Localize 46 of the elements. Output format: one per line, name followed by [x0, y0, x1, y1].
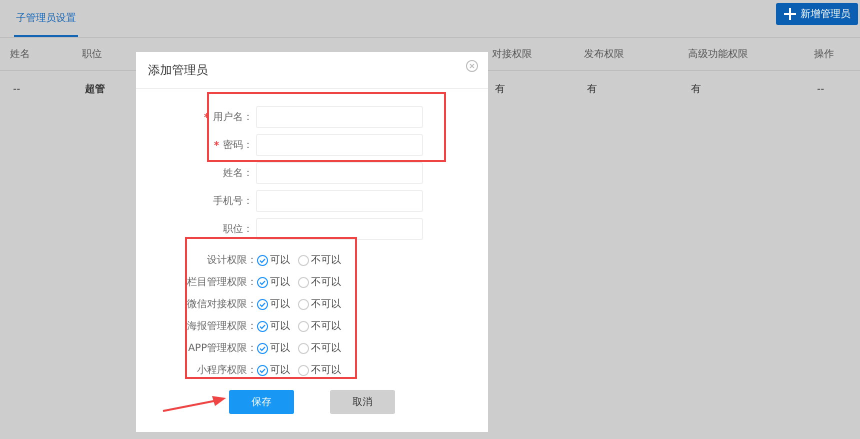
- field-label: 用户名：: [213, 112, 253, 123]
- arrow-annotation: [162, 395, 228, 413]
- permission-label: 小程序权限：: [196, 364, 257, 377]
- table-cell: 有: [691, 84, 701, 95]
- column-header: 姓名: [10, 48, 30, 61]
- cancel-button[interactable]: 取消: [330, 390, 395, 414]
- permission-label: 海报管理权限：: [186, 320, 257, 333]
- field-label: 密码：: [223, 140, 253, 151]
- input-field[interactable]: [256, 218, 423, 240]
- radio-option[interactable]: 可以: [257, 363, 290, 377]
- field-label: 手机号：: [213, 196, 253, 207]
- radio-option[interactable]: 可以: [257, 341, 290, 355]
- dialog-title: 添加管理员: [148, 62, 208, 78]
- input-field[interactable]: [256, 162, 423, 184]
- table-cell: --: [817, 84, 824, 94]
- radio-option[interactable]: 可以: [257, 297, 290, 311]
- radio-option[interactable]: 可以: [257, 319, 290, 333]
- table-cell: 有: [495, 84, 505, 95]
- required-icon: [214, 141, 219, 146]
- permission-label: 设计权限：: [206, 254, 257, 267]
- field-label: 姓名：: [223, 168, 253, 179]
- radio-option[interactable]: 不可以: [298, 363, 341, 377]
- column-header: 高级功能权限: [688, 48, 748, 61]
- column-header: 发布权限: [584, 48, 624, 61]
- close-icon[interactable]: [466, 60, 478, 72]
- permission-label: 微信对接权限：: [186, 298, 257, 311]
- radio-option[interactable]: 可以: [257, 275, 290, 289]
- column-header: 操作: [814, 48, 834, 61]
- permission-label: APP管理权限：: [187, 342, 257, 355]
- table-cell: 超管: [85, 84, 105, 95]
- add-admin-button[interactable]: 新增管理员: [776, 3, 858, 25]
- table-cell: 有: [587, 84, 597, 95]
- radio-option[interactable]: 不可以: [298, 319, 341, 333]
- radio-option[interactable]: 不可以: [298, 275, 341, 289]
- permission-label: 栏目管理权限：: [186, 276, 257, 289]
- required-icon: [204, 113, 209, 118]
- radio-option[interactable]: 不可以: [298, 253, 341, 267]
- radio-option[interactable]: 不可以: [298, 297, 341, 311]
- tab[interactable]: 子管理员设置: [14, 0, 78, 37]
- column-header: 对接权限: [492, 48, 532, 61]
- plus-icon: [784, 8, 796, 20]
- field-label: 职位：: [223, 224, 253, 235]
- radio-option[interactable]: 可以: [257, 253, 290, 267]
- column-header: 职位: [82, 48, 102, 61]
- radio-option[interactable]: 不可以: [298, 341, 341, 355]
- table-cell: --: [13, 84, 20, 94]
